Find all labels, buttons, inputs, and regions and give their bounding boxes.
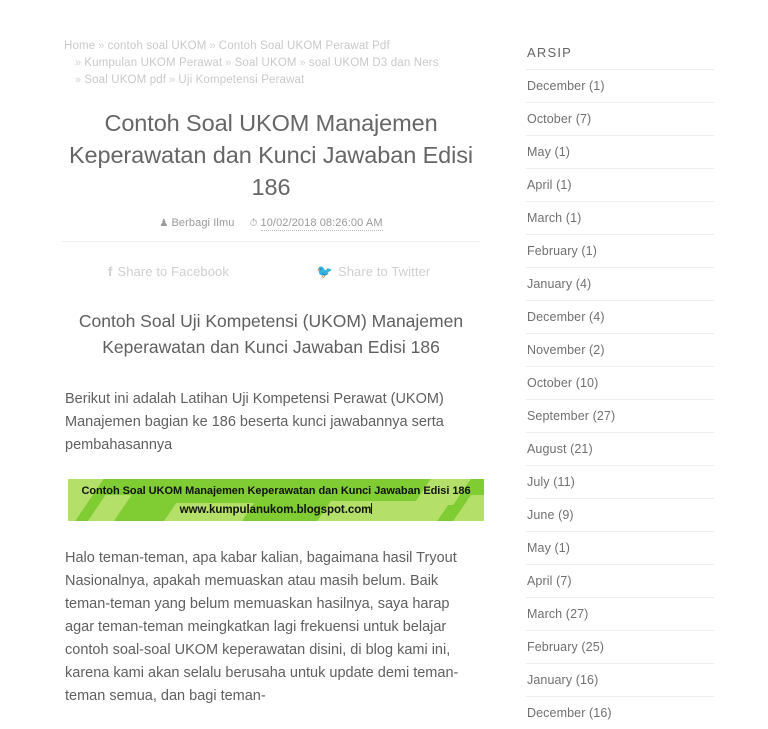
- breadcrumb-item-soal-ukom-pdf[interactable]: Soal UKOM pdf: [84, 74, 166, 86]
- text-caret: [371, 503, 373, 514]
- post-date-link[interactable]: 10/02/2018 08:26:00 AM: [260, 217, 383, 231]
- list-item: January (16): [526, 663, 714, 696]
- post-meta: ♟ Berbagi Ilmu ⏱ 10/02/2018 08:26:00 AM: [62, 217, 480, 231]
- archive-link[interactable]: January (16): [526, 664, 714, 696]
- list-item: November (2): [526, 333, 714, 366]
- breadcrumb-separator: »: [75, 74, 82, 86]
- breadcrumb: Home» contoh soal UKOM» Contoh Soal UKOM P…: [62, 38, 480, 89]
- breadcrumb-item-uji-kompetensi-perawat[interactable]: Uji Kompetensi Perawat: [178, 74, 304, 86]
- breadcrumb-separator: »: [225, 57, 232, 69]
- archive-link[interactable]: July (11): [526, 466, 714, 498]
- archive-link[interactable]: August (21): [526, 433, 714, 465]
- archive-link[interactable]: May (1): [526, 136, 714, 168]
- breadcrumb-item-kumpulan-ukom-perawat[interactable]: Kumpulan UKOM Perawat: [84, 57, 222, 69]
- breadcrumb-separator: »: [98, 40, 105, 52]
- share-facebook-button[interactable]: f Share to Facebook: [66, 264, 271, 280]
- archive-link[interactable]: February (1): [526, 235, 714, 267]
- list-item: February (25): [526, 630, 714, 663]
- archive-link[interactable]: October (7): [526, 103, 714, 135]
- banner-line-2-label: www.kumpulanukom.blogspot.com: [179, 504, 372, 516]
- list-item: July (11): [526, 465, 714, 498]
- archive-link[interactable]: February (25): [526, 631, 714, 663]
- list-item: June (9): [526, 498, 714, 531]
- breadcrumb-item-contoh-soal-ukom-perawat-pdf[interactable]: Contoh Soal UKOM Perawat Pdf: [219, 40, 390, 52]
- archive-link[interactable]: November (2): [526, 334, 714, 366]
- archive-link[interactable]: December (4): [526, 301, 714, 333]
- user-icon: ♟: [159, 218, 169, 229]
- post-intro: Berikut ini adalah Latihan Uji Kompetens…: [65, 391, 444, 453]
- list-item: February (1): [526, 234, 714, 267]
- list-item: October (7): [526, 102, 714, 135]
- archive-link[interactable]: May (1): [526, 532, 714, 564]
- post-body: Halo teman-teman, apa kabar kalian, baga…: [65, 550, 459, 704]
- list-item: May (1): [526, 531, 714, 564]
- archive-link[interactable]: April (1): [526, 169, 714, 201]
- share-row: f Share to Facebook 🐦 Share to Twitter: [62, 264, 480, 280]
- breadcrumb-separator: »: [209, 40, 216, 52]
- sidebar: ARSIP December (1) October (7) May (1) A…: [500, 0, 768, 720]
- archive-link[interactable]: December (1): [526, 70, 714, 102]
- twitter-icon: 🐦: [316, 264, 333, 279]
- list-item: September (27): [526, 399, 714, 432]
- main-content: Home» contoh soal UKOM» Contoh Soal UKOM P…: [0, 0, 500, 704]
- breadcrumb-separator: »: [75, 57, 82, 69]
- list-item: December (4): [526, 300, 714, 333]
- archive-list: December (1) October (7) May (1) April (…: [526, 69, 714, 729]
- breadcrumb-item-contoh-soal-ukom[interactable]: contoh soal UKOM: [108, 40, 207, 52]
- archive-link[interactable]: April (7): [526, 565, 714, 597]
- banner-line-2: www.kumpulanukom.blogspot.com: [68, 501, 484, 520]
- share-twitter-button[interactable]: 🐦 Share to Twitter: [271, 264, 476, 280]
- list-item: March (1): [526, 201, 714, 234]
- list-item: October (10): [526, 366, 714, 399]
- share-facebook-label: Share to Facebook: [117, 264, 229, 279]
- blog-page: Home» contoh soal UKOM» Contoh Soal UKOM P…: [0, 0, 768, 720]
- list-item: April (1): [526, 168, 714, 201]
- list-item: August (21): [526, 432, 714, 465]
- archive-link[interactable]: March (27): [526, 598, 714, 630]
- clock-icon: ⏱: [249, 218, 258, 229]
- breadcrumb-item-soal-ukom[interactable]: Soal UKOM: [235, 57, 297, 69]
- archive-link[interactable]: September (27): [526, 400, 714, 432]
- breadcrumb-separator: »: [299, 57, 306, 69]
- banner-line-1: Contoh Soal UKOM Manajemen Keperawatan d…: [81, 485, 471, 497]
- archive-link[interactable]: January (4): [526, 268, 714, 300]
- post-author-label: Berbagi Ilmu: [171, 217, 235, 229]
- banner-text: Contoh Soal UKOM Manajemen Keperawatan d…: [68, 479, 484, 520]
- post-heading: Contoh Soal Uji Kompetensi (UKOM) Manaje…: [78, 311, 464, 357]
- breadcrumb-item-home[interactable]: Home: [64, 40, 95, 52]
- breadcrumb-item-soal-ukom-d3-dan-ners[interactable]: soal UKOM D3 dan Ners: [309, 57, 439, 69]
- archive-link[interactable]: October (10): [526, 367, 714, 399]
- list-item: December (1): [526, 69, 714, 102]
- page-title: Contoh Soal UKOM Manajemen Keperawatan d…: [68, 110, 474, 200]
- breadcrumb-separator: »: [169, 74, 176, 86]
- post-date: ⏱ 10/02/2018 08:26:00 AM: [249, 217, 383, 231]
- archive-link[interactable]: December (16): [526, 697, 714, 729]
- list-item: January (4): [526, 267, 714, 300]
- post-author: ♟ Berbagi Ilmu: [159, 217, 234, 229]
- list-item: May (1): [526, 135, 714, 168]
- post-banner-image: Contoh Soal UKOM Manajemen Keperawatan d…: [68, 479, 484, 521]
- meta-divider: [62, 241, 480, 242]
- list-item: December (16): [526, 696, 714, 729]
- breadcrumb-line3: » Soal UKOM pdf» Uji Kompetensi Perawat: [64, 74, 304, 86]
- list-item: April (7): [526, 564, 714, 597]
- archive-link[interactable]: June (9): [526, 499, 714, 531]
- list-item: March (27): [526, 597, 714, 630]
- sidebar-widget-title: ARSIP: [527, 45, 573, 60]
- archive-link[interactable]: March (1): [526, 202, 714, 234]
- breadcrumb-line2: » Kumpulan UKOM Perawat» Soal UKOM» soal UK…: [64, 57, 439, 69]
- share-twitter-label: Share to Twitter: [337, 264, 431, 279]
- facebook-icon: f: [108, 264, 113, 279]
